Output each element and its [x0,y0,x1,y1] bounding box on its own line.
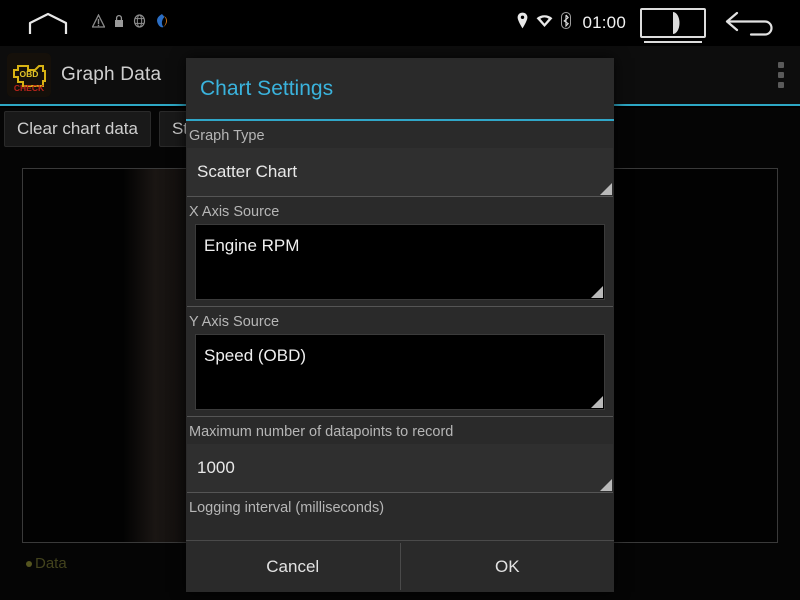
resize-handle-icon [591,286,603,298]
field-logging-interval: Logging interval (milliseconds) [186,493,614,520]
home-icon[interactable] [28,12,68,34]
page-title: Graph Data [61,64,162,85]
lock-icon [114,14,124,33]
logging-interval-label: Logging interval (milliseconds) [186,493,614,520]
app-badge-icon [155,13,168,34]
device-screen: 01:00 OBD CHECK Graph Data Clear chart d… [0,0,800,600]
x-axis-source-list[interactable]: Engine RPM [195,224,605,300]
field-max-datapoints: Maximum number of datapoints to record 1… [186,417,614,493]
field-x-axis-source: X Axis Source Engine RPM [186,197,614,307]
y-axis-source-list[interactable]: Speed (OBD) [195,334,605,410]
back-arrow-icon[interactable] [724,8,778,38]
warning-triangle-icon [91,13,106,33]
y-axis-source-label: Y Axis Source [186,307,614,334]
dialog-title: Chart Settings [200,76,334,100]
field-y-axis-source: Y Axis Source Speed (OBD) [186,307,614,417]
chart-legend: Data [26,555,67,572]
x-axis-source-value[interactable]: Engine RPM [196,225,604,256]
max-datapoints-value[interactable]: 1000 [187,444,613,492]
system-status-bar: 01:00 [0,0,800,46]
field-graph-type: Graph Type Scatter Chart [186,121,614,197]
system-right-icon-group: 01:00 [517,8,782,43]
resize-handle-icon [600,479,612,491]
svg-text:OBD: OBD [20,69,39,79]
ok-button[interactable]: OK [400,541,614,592]
graph-type-value: Scatter Chart [197,162,298,181]
recents-icon[interactable] [640,8,706,43]
graph-type-label: Graph Type [186,121,614,148]
dialog-title-bar: Chart Settings [186,58,614,121]
dialog-body[interactable]: Graph Type Scatter Chart X Axis Source E… [186,121,614,540]
globe-icon [133,13,146,33]
obd-check-app-icon: OBD CHECK [7,53,51,97]
graph-type-spinner[interactable]: Scatter Chart [187,148,613,197]
clear-chart-data-button[interactable]: Clear chart data [4,111,151,147]
dialog-button-bar: Cancel OK [186,540,614,592]
clock-time: 01:00 [582,13,626,32]
location-pin-icon [517,12,528,34]
overflow-menu-icon[interactable] [778,62,786,88]
svg-text:CHECK: CHECK [14,83,45,93]
resize-handle-icon [600,183,612,195]
y-axis-source-value[interactable]: Speed (OBD) [196,335,604,366]
cancel-button[interactable]: Cancel [186,541,400,592]
wifi-icon [536,14,553,33]
resize-handle-icon [591,396,603,408]
max-datapoints-input[interactable]: 1000 [187,444,613,493]
legend-label: Data [35,555,67,572]
max-datapoints-label: Maximum number of datapoints to record [186,417,614,444]
x-axis-source-label: X Axis Source [186,197,614,224]
bluetooth-icon [561,12,572,34]
system-left-icon-group [91,13,168,34]
chart-settings-dialog: Chart Settings Graph Type Scatter Chart … [186,58,614,592]
legend-marker-icon [26,560,32,567]
